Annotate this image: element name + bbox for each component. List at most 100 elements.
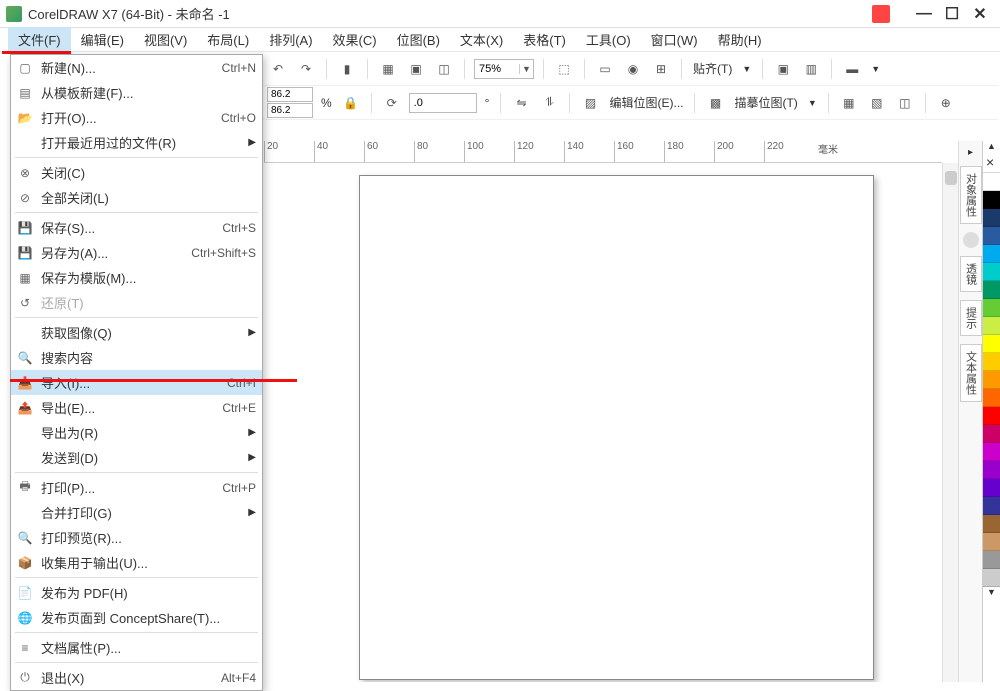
toolbar-icon[interactable]: ◫ (894, 92, 916, 114)
docker-tab[interactable]: 文本属性 (960, 344, 982, 402)
color-swatch[interactable] (983, 569, 1000, 587)
color-swatch[interactable] (983, 191, 1000, 209)
color-swatch[interactable] (983, 497, 1000, 515)
menu-item[interactable]: 🔍搜索内容 (11, 345, 262, 370)
menu-item[interactable]: 💾另存为(A)...Ctrl+Shift+S (11, 240, 262, 265)
menu-item[interactable]: 合并打印(G)▶ (11, 500, 262, 525)
menu-item[interactable]: ▦保存为模版(M)... (11, 265, 262, 290)
docker-tab[interactable]: 透镜 (960, 256, 982, 292)
menu-item-3[interactable]: 布局(L) (197, 27, 259, 52)
redo-button[interactable]: ↷ (295, 58, 317, 80)
color-swatch[interactable] (983, 263, 1000, 281)
color-swatch[interactable] (983, 515, 1000, 533)
menu-item[interactable]: 🌐发布页面到 ConceptShare(T)... (11, 605, 262, 630)
menu-item-9[interactable]: 工具(O) (576, 27, 641, 52)
menu-item[interactable]: ⊗关闭(C) (11, 160, 262, 185)
color-swatch[interactable] (983, 425, 1000, 443)
menu-item-11[interactable]: 帮助(H) (708, 27, 772, 52)
horizontal-ruler[interactable]: 20406080100120140160180200220毫米 (264, 141, 942, 163)
flip-h-icon[interactable]: ⇋ (510, 92, 532, 114)
user-icon[interactable] (872, 5, 890, 23)
menu-item[interactable]: 📥导入(I)...Ctrl+I (11, 370, 262, 395)
menu-item-10[interactable]: 窗口(W) (641, 27, 708, 52)
color-swatch[interactable] (983, 245, 1000, 263)
menu-item[interactable]: 📤导出(E)...Ctrl+E (11, 395, 262, 420)
color-swatch[interactable] (983, 461, 1000, 479)
toolbar-icon[interactable]: ▦ (377, 58, 399, 80)
toolbar-icon[interactable]: ◫ (433, 58, 455, 80)
menu-item[interactable]: 打开最近用过的文件(R)▶ (11, 130, 262, 155)
color-swatch[interactable] (983, 353, 1000, 371)
color-swatch[interactable] (983, 389, 1000, 407)
color-swatch[interactable] (983, 551, 1000, 569)
color-swatch[interactable] (983, 317, 1000, 335)
page[interactable] (359, 175, 874, 680)
x-input[interactable] (267, 87, 313, 102)
chevron-down-icon[interactable]: ▼ (869, 64, 882, 74)
color-swatch[interactable] (983, 173, 1000, 191)
menu-item-7[interactable]: 文本(X) (450, 27, 513, 52)
menu-item[interactable]: ▤从模板新建(F)... (11, 80, 262, 105)
color-swatch[interactable] (983, 335, 1000, 353)
y-input[interactable] (267, 103, 313, 118)
scrollbar-thumb[interactable] (945, 171, 957, 185)
palette-up-icon[interactable]: ▲ (983, 141, 1000, 155)
canvas-area[interactable] (264, 163, 942, 682)
docker-tab[interactable]: 提示 (960, 300, 982, 336)
menu-item[interactable]: ▢新建(N)...Ctrl+N (11, 55, 262, 80)
menu-item-8[interactable]: 表格(T) (513, 27, 576, 52)
toolbar-icon[interactable]: ⬚ (553, 58, 575, 80)
color-swatch[interactable] (983, 209, 1000, 227)
zoom-combo[interactable]: ▼ (474, 59, 534, 79)
flip-v-icon[interactable]: ⥮ (538, 92, 560, 114)
close-button[interactable]: ✕ (966, 4, 994, 24)
menu-item[interactable]: 📄发布为 PDF(H) (11, 580, 262, 605)
zoom-input[interactable] (475, 63, 519, 75)
lens-icon[interactable] (963, 232, 979, 248)
palette-down-icon[interactable]: ▼ (983, 587, 1000, 601)
menu-item-2[interactable]: 视图(V) (134, 27, 197, 52)
menu-item[interactable]: 💾保存(S)...Ctrl+S (11, 215, 262, 240)
menu-item[interactable]: ⊘全部关闭(L) (11, 185, 262, 210)
color-swatch[interactable] (983, 371, 1000, 389)
menu-item[interactable]: 🖶打印(P)...Ctrl+P (11, 475, 262, 500)
toolbar-icon[interactable]: ⊞ (650, 58, 672, 80)
menu-item-0[interactable]: 文件(F) (8, 27, 71, 52)
color-swatch[interactable] (983, 281, 1000, 299)
color-swatch[interactable] (983, 443, 1000, 461)
menu-item[interactable]: 🔍打印预览(R)... (11, 525, 262, 550)
snap-label[interactable]: 贴齐(T) (691, 60, 734, 77)
toolbar-icon[interactable]: ▧ (866, 92, 888, 114)
menu-item[interactable]: 📂打开(O)...Ctrl+O (11, 105, 262, 130)
menu-item-6[interactable]: 位图(B) (387, 27, 450, 52)
toolbar-icon[interactable]: ▮ (336, 58, 358, 80)
menu-item-1[interactable]: 编辑(E) (71, 27, 134, 52)
docker-expand-icon[interactable]: ▸ (968, 147, 973, 158)
undo-button[interactable]: ↶ (267, 58, 289, 80)
color-swatch[interactable] (983, 407, 1000, 425)
color-swatch[interactable] (983, 227, 1000, 245)
lock-icon[interactable]: 🔒 (340, 92, 362, 114)
rotation-field[interactable] (410, 97, 462, 109)
add-icon[interactable]: ⊕ (935, 92, 957, 114)
minimize-button[interactable]: — (910, 4, 938, 24)
bitmap-icon[interactable]: ▨ (579, 92, 601, 114)
color-swatch[interactable] (983, 479, 1000, 497)
trace-bitmap-button[interactable]: 描摹位图(T) (732, 94, 799, 111)
menu-item-5[interactable]: 效果(C) (323, 27, 387, 52)
toolbar-icon[interactable]: ▭ (594, 58, 616, 80)
menu-item[interactable]: ⏻退出(X)Alt+F4 (11, 665, 262, 690)
chevron-down-icon[interactable]: ▼ (740, 64, 753, 74)
trace-icon[interactable]: ▩ (704, 92, 726, 114)
rotate-icon[interactable]: ⟳ (381, 92, 403, 114)
toolbar-icon[interactable]: ▥ (800, 58, 822, 80)
chevron-down-icon[interactable]: ▼ (519, 64, 533, 74)
toolbar-icon[interactable]: ▣ (405, 58, 427, 80)
toolbar-icon[interactable]: ▣ (772, 58, 794, 80)
chevron-down-icon[interactable]: ▼ (806, 98, 819, 108)
menu-item[interactable]: ≡文档属性(P)... (11, 635, 262, 660)
color-swatch[interactable] (983, 299, 1000, 317)
toolbar-icon[interactable]: ◉ (622, 58, 644, 80)
color-swatch[interactable] (983, 533, 1000, 551)
no-color-swatch[interactable] (983, 155, 1000, 173)
